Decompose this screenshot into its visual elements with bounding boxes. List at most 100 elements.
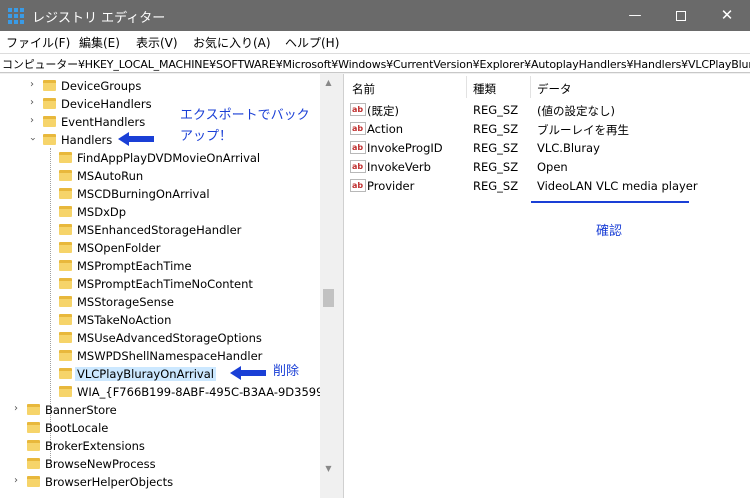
tree-item[interactable]: MSAutoRun [0, 167, 320, 185]
tree-label: FindAppPlayDVDMovieOnArrival [77, 151, 261, 165]
value-data: VLC.Bluray [537, 141, 600, 155]
chevron-down-icon[interactable]: › [26, 134, 38, 144]
tree-label: MSStorageSense [77, 295, 174, 309]
folder-icon [59, 170, 72, 181]
column-header-type[interactable]: 種類 [473, 81, 496, 97]
regedit-icon [8, 8, 24, 24]
folder-icon [27, 422, 40, 433]
tree-scrollbar[interactable]: ▲ ▼ [320, 74, 337, 498]
tree-item[interactable]: MSEnhancedStorageHandler [0, 221, 320, 239]
tree-item[interactable]: BrowseNewProcess [0, 455, 320, 473]
folder-icon [59, 206, 72, 217]
tree-item[interactable]: MSUseAdvancedStorageOptions [0, 329, 320, 347]
folder-icon [59, 242, 72, 253]
value-type: REG_SZ [473, 122, 519, 136]
tree-item[interactable]: BrokerExtensions [0, 437, 320, 455]
tree-label: MSPromptEachTimeNoContent [77, 277, 253, 291]
annotation-backup: エクスポートでバック アップ！ [180, 104, 310, 144]
chevron-right-icon[interactable]: › [11, 403, 21, 415]
folder-icon [59, 278, 72, 289]
tree-item[interactable]: MSOpenFolder [0, 239, 320, 257]
folder-icon [59, 152, 72, 163]
value-row[interactable]: ab (既定) REG_SZ (値の設定なし) [344, 100, 750, 119]
tree-label: MSAutoRun [77, 169, 144, 183]
tree-label: BootLocale [45, 421, 109, 435]
tree-item[interactable]: › BannerStore [0, 401, 320, 419]
chevron-right-icon[interactable]: › [27, 97, 37, 109]
value-type: REG_SZ [473, 103, 519, 117]
tree-label: Handlers [61, 133, 113, 147]
folder-icon [59, 332, 72, 343]
string-value-icon: ab [350, 122, 366, 135]
highlight-underline [531, 201, 689, 203]
menu-favorites[interactable]: お気に入り(A) [193, 34, 271, 51]
value-row[interactable]: ab Provider REG_SZ VideoLAN VLC media pl… [344, 176, 750, 195]
value-data: ブルーレイを再生 [537, 123, 629, 137]
menu-view[interactable]: 表示(V) [136, 34, 178, 51]
tree-item[interactable]: WIA_{F766B199-8ABF-495C-B3AA-9D3599FA37 [0, 383, 336, 401]
tree-item[interactable]: › DeviceGroups [0, 77, 320, 95]
address-path[interactable]: コンピューター¥HKEY_LOCAL_MACHINE¥SOFTWARE¥Micr… [2, 56, 750, 72]
tree-item-selected[interactable]: VLCPlayBlurayOnArrival [0, 365, 320, 383]
column-header-data[interactable]: データ [537, 81, 572, 97]
tree-label: MSDxDp [77, 205, 127, 219]
tree-label: BannerStore [45, 403, 117, 417]
column-separator[interactable] [530, 76, 531, 98]
folder-icon [43, 134, 56, 145]
tree-label: BrowseNewProcess [45, 457, 156, 471]
tree-item[interactable]: › BrowserHelperObjects [0, 473, 320, 491]
tree-label: WIA_{F766B199-8ABF-495C-B3AA-9D3599FA37 [77, 385, 337, 399]
value-name: InvokeVerb [367, 160, 431, 174]
maximize-button[interactable] [658, 0, 704, 31]
tree-label: DeviceHandlers [61, 97, 152, 111]
tree-item[interactable]: MSStorageSense [0, 293, 320, 311]
scroll-thumb[interactable] [323, 289, 334, 307]
column-header-name[interactable]: 名前 [352, 81, 375, 97]
string-value-icon: ab [350, 160, 366, 173]
tree-item[interactable]: MSPromptEachTimeNoContent [0, 275, 320, 293]
values-list[interactable]: 名前 種類 データ ab (既定) REG_SZ (値の設定なし) ab Act… [343, 74, 750, 498]
minimize-button[interactable]: — [612, 0, 658, 31]
tree-item[interactable]: BootLocale [0, 419, 320, 437]
tree-item[interactable]: FindAppPlayDVDMovieOnArrival [0, 149, 320, 167]
tree-item[interactable]: MSTakeNoAction [0, 311, 320, 329]
scroll-down-icon[interactable]: ▼ [320, 460, 337, 477]
chevron-right-icon[interactable]: › [27, 79, 37, 91]
tree-label: BrowserHelperObjects [45, 475, 174, 489]
folder-icon [27, 458, 40, 469]
string-value-icon: ab [350, 141, 366, 154]
tree-label: MSUseAdvancedStorageOptions [77, 331, 262, 345]
value-type: REG_SZ [473, 179, 519, 193]
value-name: Provider [367, 179, 415, 193]
value-row[interactable]: ab InvokeProgID REG_SZ VLC.Bluray [344, 138, 750, 157]
folder-icon [27, 440, 40, 451]
menu-edit[interactable]: 編集(E) [79, 34, 120, 51]
annotation-delete: 削除 [273, 364, 300, 379]
folder-icon [59, 368, 72, 379]
menu-help[interactable]: ヘルプ(H) [285, 34, 339, 51]
tree-item[interactable]: MSDxDp [0, 203, 320, 221]
value-row[interactable]: ab InvokeVerb REG_SZ Open [344, 157, 750, 176]
tree-label: VLCPlayBlurayOnArrival [75, 367, 216, 381]
address-bar[interactable]: コンピューター¥HKEY_LOCAL_MACHINE¥SOFTWARE¥Micr… [0, 53, 750, 73]
window-title: レジストリ エディター [32, 11, 166, 26]
tree-item[interactable]: MSPromptEachTime [0, 257, 320, 275]
chevron-right-icon[interactable]: › [11, 475, 21, 487]
close-button[interactable]: ✕ [704, 0, 750, 31]
scroll-up-icon[interactable]: ▲ [320, 74, 337, 91]
chevron-right-icon[interactable]: › [27, 115, 37, 127]
folder-icon [59, 386, 72, 397]
folder-icon [59, 188, 72, 199]
annotation-confirm: 確認 [596, 224, 623, 239]
title-bar: レジストリ エディター — ✕ [0, 0, 750, 31]
folder-icon [59, 296, 72, 307]
maximize-icon [676, 10, 686, 21]
tree-item[interactable]: MSWPDShellNamespaceHandler [0, 347, 320, 365]
annotation-backup-line2: アップ！ [180, 129, 233, 144]
folder-icon [27, 476, 40, 487]
value-row[interactable]: ab Action REG_SZ ブルーレイを再生 [344, 119, 750, 138]
tree-item[interactable]: MSCDBurningOnArrival [0, 185, 320, 203]
menu-file[interactable]: ファイル(F) [6, 34, 70, 51]
column-separator[interactable] [466, 76, 467, 98]
value-data: VideoLAN VLC media player [537, 179, 698, 193]
